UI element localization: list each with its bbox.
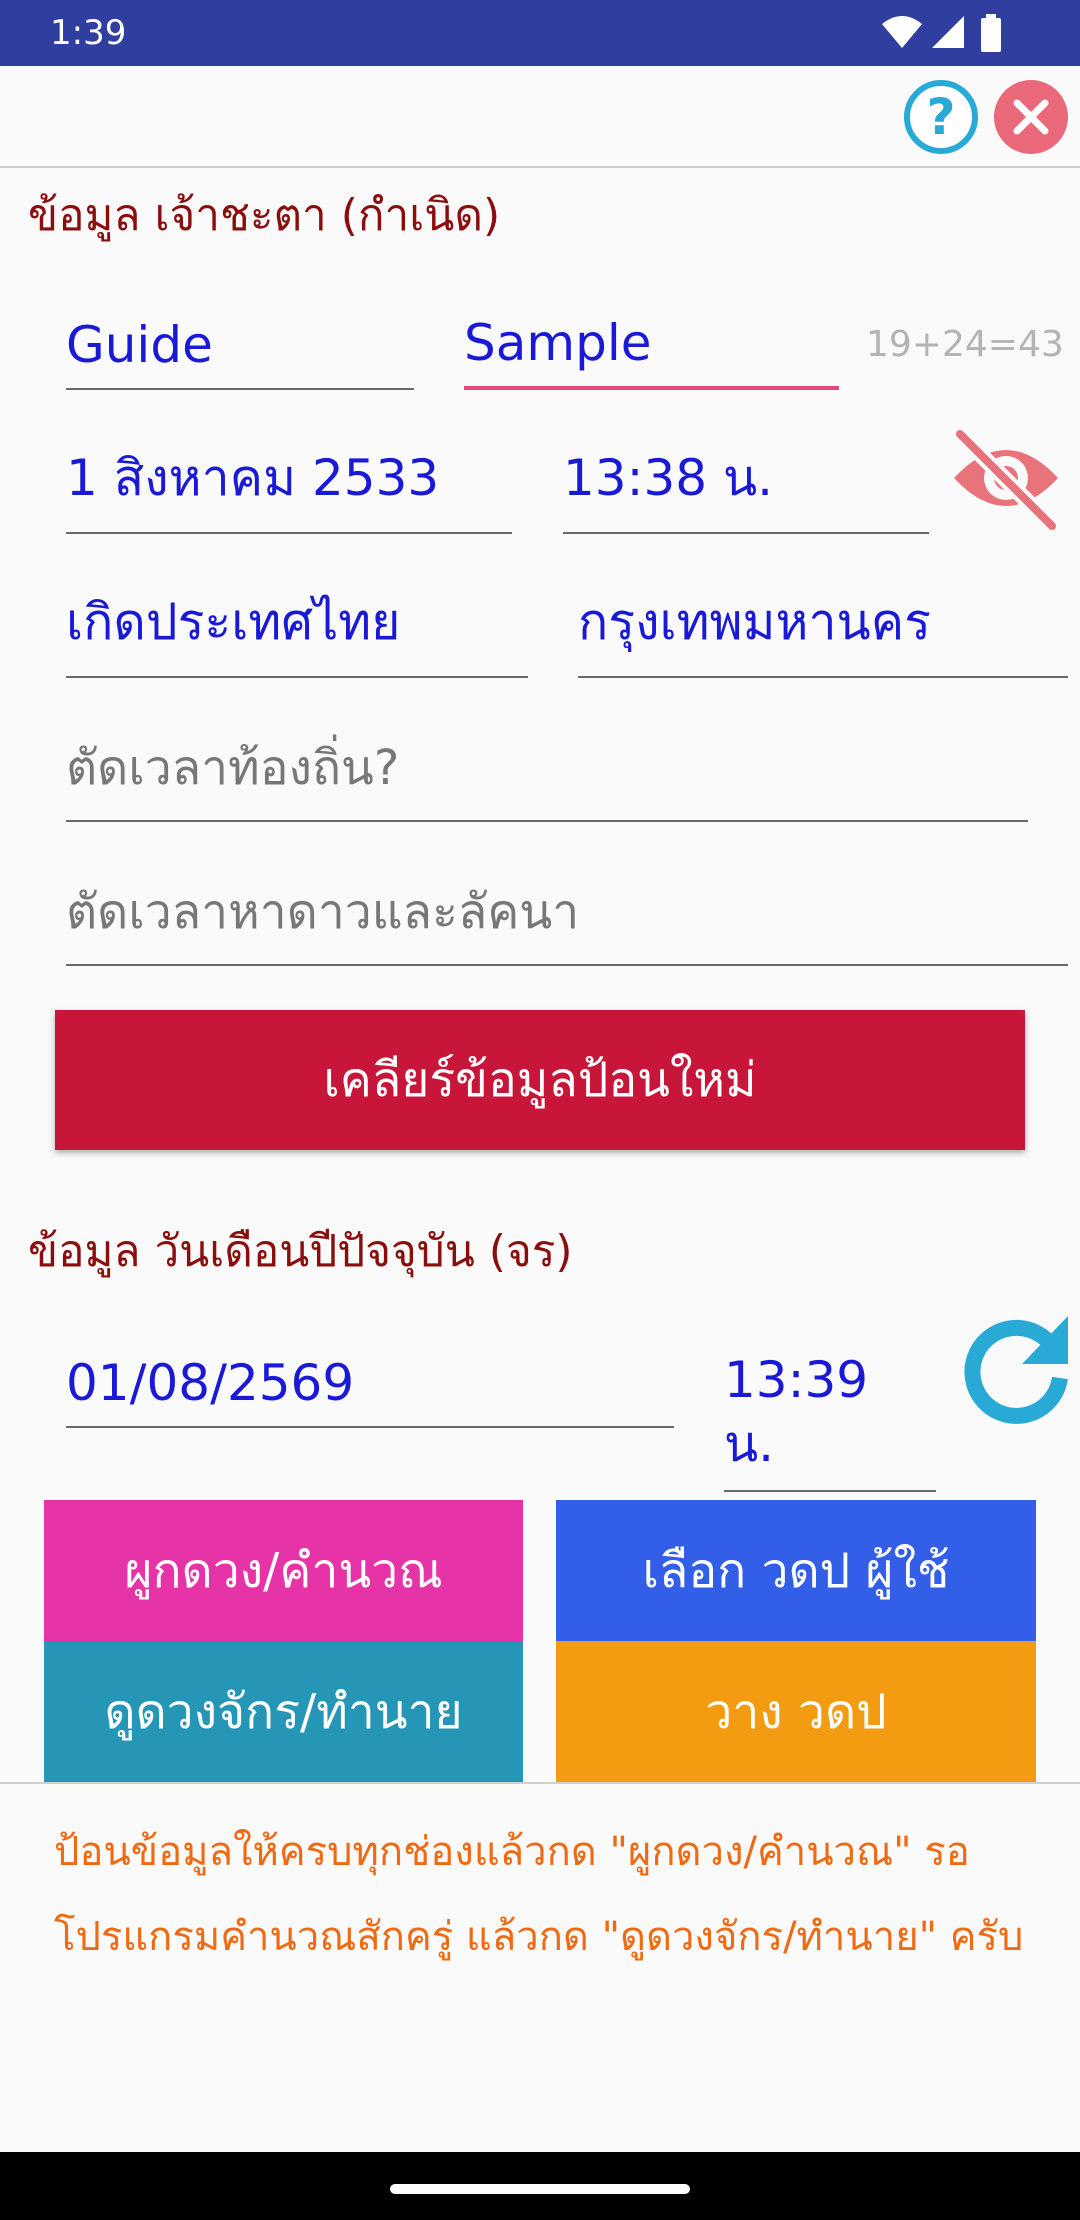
province-value: กรุงเทพมหานคร [578,593,932,651]
battery-icon [981,14,1001,52]
province-input[interactable]: กรุงเทพมหานคร [578,586,1068,678]
choose-date-button[interactable]: เลือก วดป ผู้ใช้ [556,1500,1036,1641]
calculate-button[interactable]: ผูกดวง/คำนวณ [44,1500,523,1641]
view-chart-button[interactable]: ดูดวงจักร/ทำนาย [44,1641,523,1782]
last-name-value: Sample [464,314,652,372]
signal-icon [932,16,964,48]
help-icon: ? [926,88,956,146]
close-button[interactable] [994,80,1068,154]
current-time-value: 13:39 น. [724,1351,869,1473]
current-date-value: 01/08/2569 [66,1354,355,1412]
instruction-text: ป้อนข้อมูลให้ครบทุกช่องแล้วกด "ผูกดวง/คำ… [54,1829,1024,1960]
current-section-title: ข้อมูล วันเดือนปีปัจจุบัน (จร) [28,1226,573,1277]
current-time-input[interactable]: 13:39 น. [724,1336,936,1492]
local-time-hint: ตัดเวลาท้องถิ่น? [66,740,400,796]
local-time-input[interactable]: ตัดเวลาท้องถิ่น? [66,730,1028,822]
current-date-input[interactable]: 01/08/2569 [66,1336,674,1428]
name-number-label: 19+24=43 [866,324,1064,365]
star-time-input[interactable]: ตัดเวลาหาดาวและลัคนา [66,874,1068,966]
first-name-input[interactable]: Guide [66,298,414,390]
wifi-icon [882,16,922,48]
clear-button[interactable]: เคลียร์ข้อมูลป้อนใหม่ [55,1010,1025,1150]
status-time: 1:39 [50,13,127,53]
bottom-divider [0,1782,1080,1784]
birth-date-value: 1 สิงหาคม 2533 [66,449,440,507]
toolbar-divider [0,166,1080,168]
birth-time-input[interactable]: 13:38 น. [563,442,929,534]
close-icon [1013,99,1049,135]
star-time-hint: ตัดเวลาหาดาวและลัคนา [66,884,580,940]
home-handle[interactable] [390,2184,690,2194]
help-button[interactable]: ? [904,80,978,154]
last-name-input[interactable]: Sample [464,298,839,390]
first-name-value: Guide [66,316,213,374]
country-value: เกิดประเทศไทย [66,593,401,651]
place-date-button[interactable]: วาง วดป [556,1641,1036,1782]
birth-time-value: 13:38 น. [563,449,774,507]
visibility-off-icon[interactable] [946,426,1066,530]
birth-section-title: ข้อมูล เจ้าชะตา (กำเนิด) [28,190,501,241]
country-input[interactable]: เกิดประเทศไทย [66,586,528,678]
birth-date-input[interactable]: 1 สิงหาคม 2533 [66,442,512,534]
refresh-icon[interactable] [956,1312,1076,1432]
